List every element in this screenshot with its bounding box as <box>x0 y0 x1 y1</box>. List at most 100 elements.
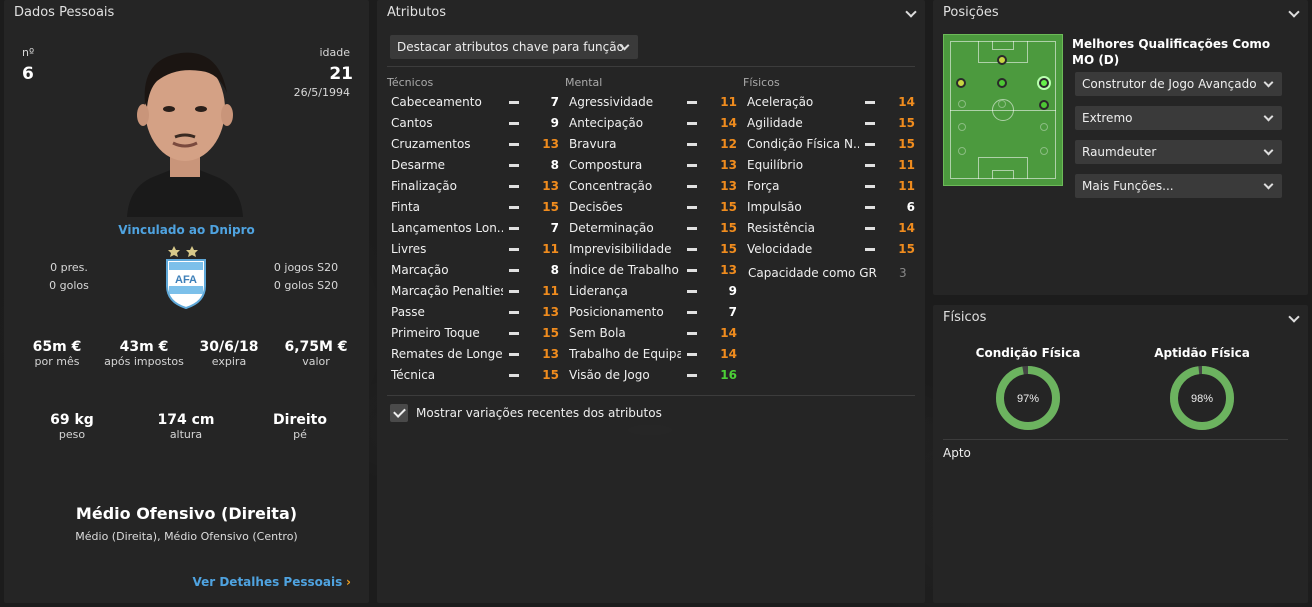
position-dot <box>1039 78 1049 88</box>
technical-attribute-row[interactable]: Desarme 8 <box>391 155 581 176</box>
attribute-trend-icon <box>509 122 519 125</box>
attribute-name: Condição Física N... <box>747 137 859 151</box>
attribute-value: 15 <box>720 200 737 214</box>
mental-attribute-row[interactable]: Decisões 15 <box>569 197 759 218</box>
attribute-trend-icon <box>687 101 697 104</box>
technical-attribute-row[interactable]: Passe 13 <box>391 302 581 323</box>
attribute-name: Liderança <box>569 284 628 298</box>
technical-attribute-row[interactable]: Primeiro Toque 15 <box>391 323 581 344</box>
contract-expiry-value: 30/6/18 <box>199 339 259 355</box>
net-wage-label: após impostos <box>104 355 184 368</box>
mental-attribute-row[interactable]: Trabalho de Equipa 14 <box>569 344 759 365</box>
attribute-name: Força <box>747 179 780 193</box>
attribute-value: 15 <box>898 242 915 256</box>
attribute-name: Antecipação <box>569 116 644 130</box>
technical-attribute-row[interactable]: Livres 11 <box>391 239 581 260</box>
mental-attribute-row[interactable]: Visão de Jogo 16 <box>569 365 759 386</box>
attribute-trend-icon <box>865 164 875 167</box>
chevron-down-icon <box>1263 111 1274 122</box>
mental-attribute-row[interactable]: Sem Bola 14 <box>569 323 759 344</box>
technical-attribute-row[interactable]: Marcação 8 <box>391 260 581 281</box>
caps: 0 pres. <box>50 261 88 274</box>
view-personal-details-link[interactable]: Ver Detalhes Pessoais › <box>192 575 351 589</box>
best-role-title: Melhores Qualificações Como MO (D) <box>1072 37 1271 67</box>
mental-attribute-row[interactable]: Concentração 13 <box>569 176 759 197</box>
height-label: altura <box>169 428 203 441</box>
technical-attribute-row[interactable]: Lançamentos Lon... 7 <box>391 218 581 239</box>
physical-attribute-row[interactable]: Equilíbrio 11 <box>747 155 937 176</box>
attribute-name: Aceleração <box>747 95 814 109</box>
attribute-value: 13 <box>720 263 737 277</box>
mental-attribute-row[interactable]: Agressividade 11 <box>569 92 759 113</box>
position-dot <box>956 78 966 88</box>
player-portrait <box>123 37 247 217</box>
physical-attribute-row[interactable]: Velocidade 15 <box>747 239 937 260</box>
attribute-name: Cruzamentos <box>391 137 471 151</box>
attribute-name: Cabeceamento <box>391 95 482 109</box>
attribute-trend-icon <box>509 248 519 251</box>
role-dropdown-raumdeuter[interactable]: Raumdeuter <box>1075 140 1282 164</box>
date-of-birth: 26/5/1994 <box>293 86 350 99</box>
goalkeeper-ability-label: Capacidade como GR <box>748 266 877 280</box>
mental-attribute-row[interactable]: Imprevisibilidade 15 <box>569 239 759 260</box>
physical-attribute-row[interactable]: Força 11 <box>747 176 937 197</box>
mental-attribute-row[interactable]: Posicionamento 7 <box>569 302 759 323</box>
personal-details-panel: Dados Pessoais nº 6 idade 21 26/5/1994 V… <box>4 0 369 603</box>
position-dot <box>958 123 966 131</box>
mental-attribute-row[interactable]: Compostura 13 <box>569 155 759 176</box>
attribute-name: Desarme <box>391 158 446 172</box>
technical-attribute-row[interactable]: Remates de Longe 13 <box>391 344 581 365</box>
attribute-name: Determinação <box>569 221 654 235</box>
role-label: Construtor de Jogo Avançado <box>1082 77 1257 91</box>
chevron-right-icon: › <box>346 575 351 589</box>
mental-attribute-row[interactable]: Liderança 9 <box>569 281 759 302</box>
technical-attribute-row[interactable]: Cantos 9 <box>391 113 581 134</box>
attribute-trend-icon <box>509 206 519 209</box>
physical-panel: Físicos Condição Física 97% Aptidão Físi… <box>933 305 1308 603</box>
attribute-value: 7 <box>550 221 559 235</box>
condition-value: 97% <box>1017 393 1039 405</box>
club-link[interactable]: Vinculado ao Dnipro <box>4 223 369 237</box>
role-label: Mais Funções... <box>1082 179 1174 193</box>
position-dot <box>1040 147 1048 155</box>
technical-attribute-row[interactable]: Técnica 15 <box>391 365 581 386</box>
attribute-name: Marcação <box>391 263 449 277</box>
show-changes-label: Mostrar variações recentes dos atributos <box>416 406 662 420</box>
attribute-trend-icon <box>509 374 519 377</box>
role-dropdown-winger[interactable]: Extremo <box>1075 106 1282 130</box>
mental-attribute-row[interactable]: Determinação 15 <box>569 218 759 239</box>
mental-attribute-row[interactable]: Índice de Trabalho 13 <box>569 260 759 281</box>
view-personal-details-label: Ver Detalhes Pessoais <box>192 575 343 589</box>
technical-header: Técnicos <box>387 76 434 89</box>
physical-attribute-row[interactable]: Resistência 14 <box>747 218 937 239</box>
attribute-name: Agilidade <box>747 116 803 130</box>
attribute-name: Posicionamento <box>569 305 664 319</box>
attribute-trend-icon <box>509 143 519 146</box>
attribute-value: 15 <box>720 221 737 235</box>
physical-attribute-row[interactable]: Condição Física N... 15 <box>747 134 937 155</box>
show-changes-checkbox[interactable] <box>390 404 408 422</box>
position-dot <box>998 100 1006 108</box>
technical-attribute-row[interactable]: Finta 15 <box>391 197 581 218</box>
attribute-trend-icon <box>865 101 875 104</box>
physical-attribute-row[interactable]: Aceleração 14 <box>747 92 937 113</box>
attribute-value: 11 <box>898 158 915 172</box>
attribute-name: Técnica <box>391 368 436 382</box>
panel-title: Físicos <box>943 310 987 325</box>
role-dropdown-playmaker[interactable]: Construtor de Jogo Avançado <box>1075 72 1282 96</box>
mental-attribute-row[interactable]: Bravura 12 <box>569 134 759 155</box>
role-dropdown-more[interactable]: Mais Funções... <box>1075 174 1282 198</box>
highlight-attributes-dropdown[interactable]: Destacar atributos chave para função <box>390 35 638 59</box>
attribute-trend-icon <box>687 311 697 314</box>
technical-attribute-row[interactable]: Cabeceamento 7 <box>391 92 581 113</box>
net-wage-stat: 43m € após impostos <box>102 339 186 368</box>
physical-attribute-row[interactable]: Impulsão 6 <box>747 197 937 218</box>
technical-attribute-row[interactable]: Finalização 13 <box>391 176 581 197</box>
technical-attribute-row[interactable]: Marcação Penalties 11 <box>391 281 581 302</box>
technical-attribute-row[interactable]: Cruzamentos 13 <box>391 134 581 155</box>
mental-attribute-row[interactable]: Antecipação 14 <box>569 113 759 134</box>
attribute-trend-icon <box>509 311 519 314</box>
physical-attribute-row[interactable]: Agilidade 15 <box>747 113 937 134</box>
attribute-value: 14 <box>898 95 915 109</box>
attribute-trend-icon <box>509 227 519 230</box>
